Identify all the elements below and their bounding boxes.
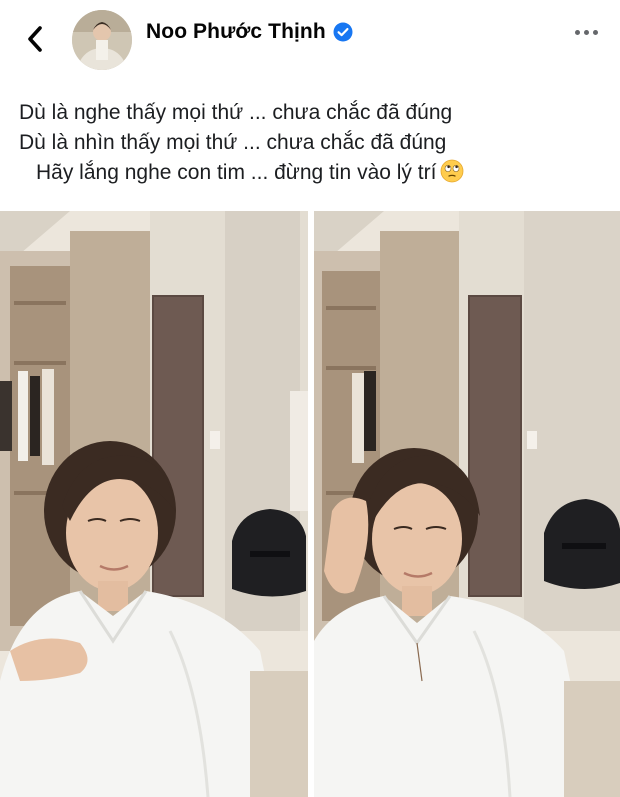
more-options-button[interactable] (575, 30, 598, 35)
avatar[interactable] (72, 10, 132, 70)
profile-name[interactable]: Noo Phước Thịnh (146, 20, 326, 44)
caption-line-3-row: Hãy lắng nghe con tim ... đừng tin vào l… (19, 158, 609, 188)
chevron-left-icon (28, 26, 42, 52)
back-button[interactable] (20, 24, 50, 54)
post-photo-1[interactable] (0, 211, 308, 797)
caption-line-3: Hãy lắng nghe con tim ... đừng tin vào l… (36, 161, 437, 184)
post-photos (0, 211, 620, 797)
avatar-image (72, 10, 132, 70)
profile-name-row: Noo Phước Thịnh (146, 20, 353, 44)
face-with-rolling-eyes-icon (441, 159, 464, 183)
more-horizontal-icon (575, 30, 580, 35)
post-caption: Dù là nghe thấy mọi thứ ... chưa chắc đã… (19, 98, 609, 188)
post-photo-2[interactable] (314, 211, 620, 797)
verified-badge-icon (333, 22, 353, 42)
caption-line-2: Dù là nhìn thấy mọi thứ ... chưa chắc đã… (19, 131, 447, 154)
photo-1-image (0, 211, 308, 797)
photo-2-image (314, 211, 620, 797)
caption-line-1: Dù là nghe thấy mọi thứ ... chưa chắc đã… (19, 101, 453, 124)
post-header: Noo Phước Thịnh (0, 0, 620, 82)
